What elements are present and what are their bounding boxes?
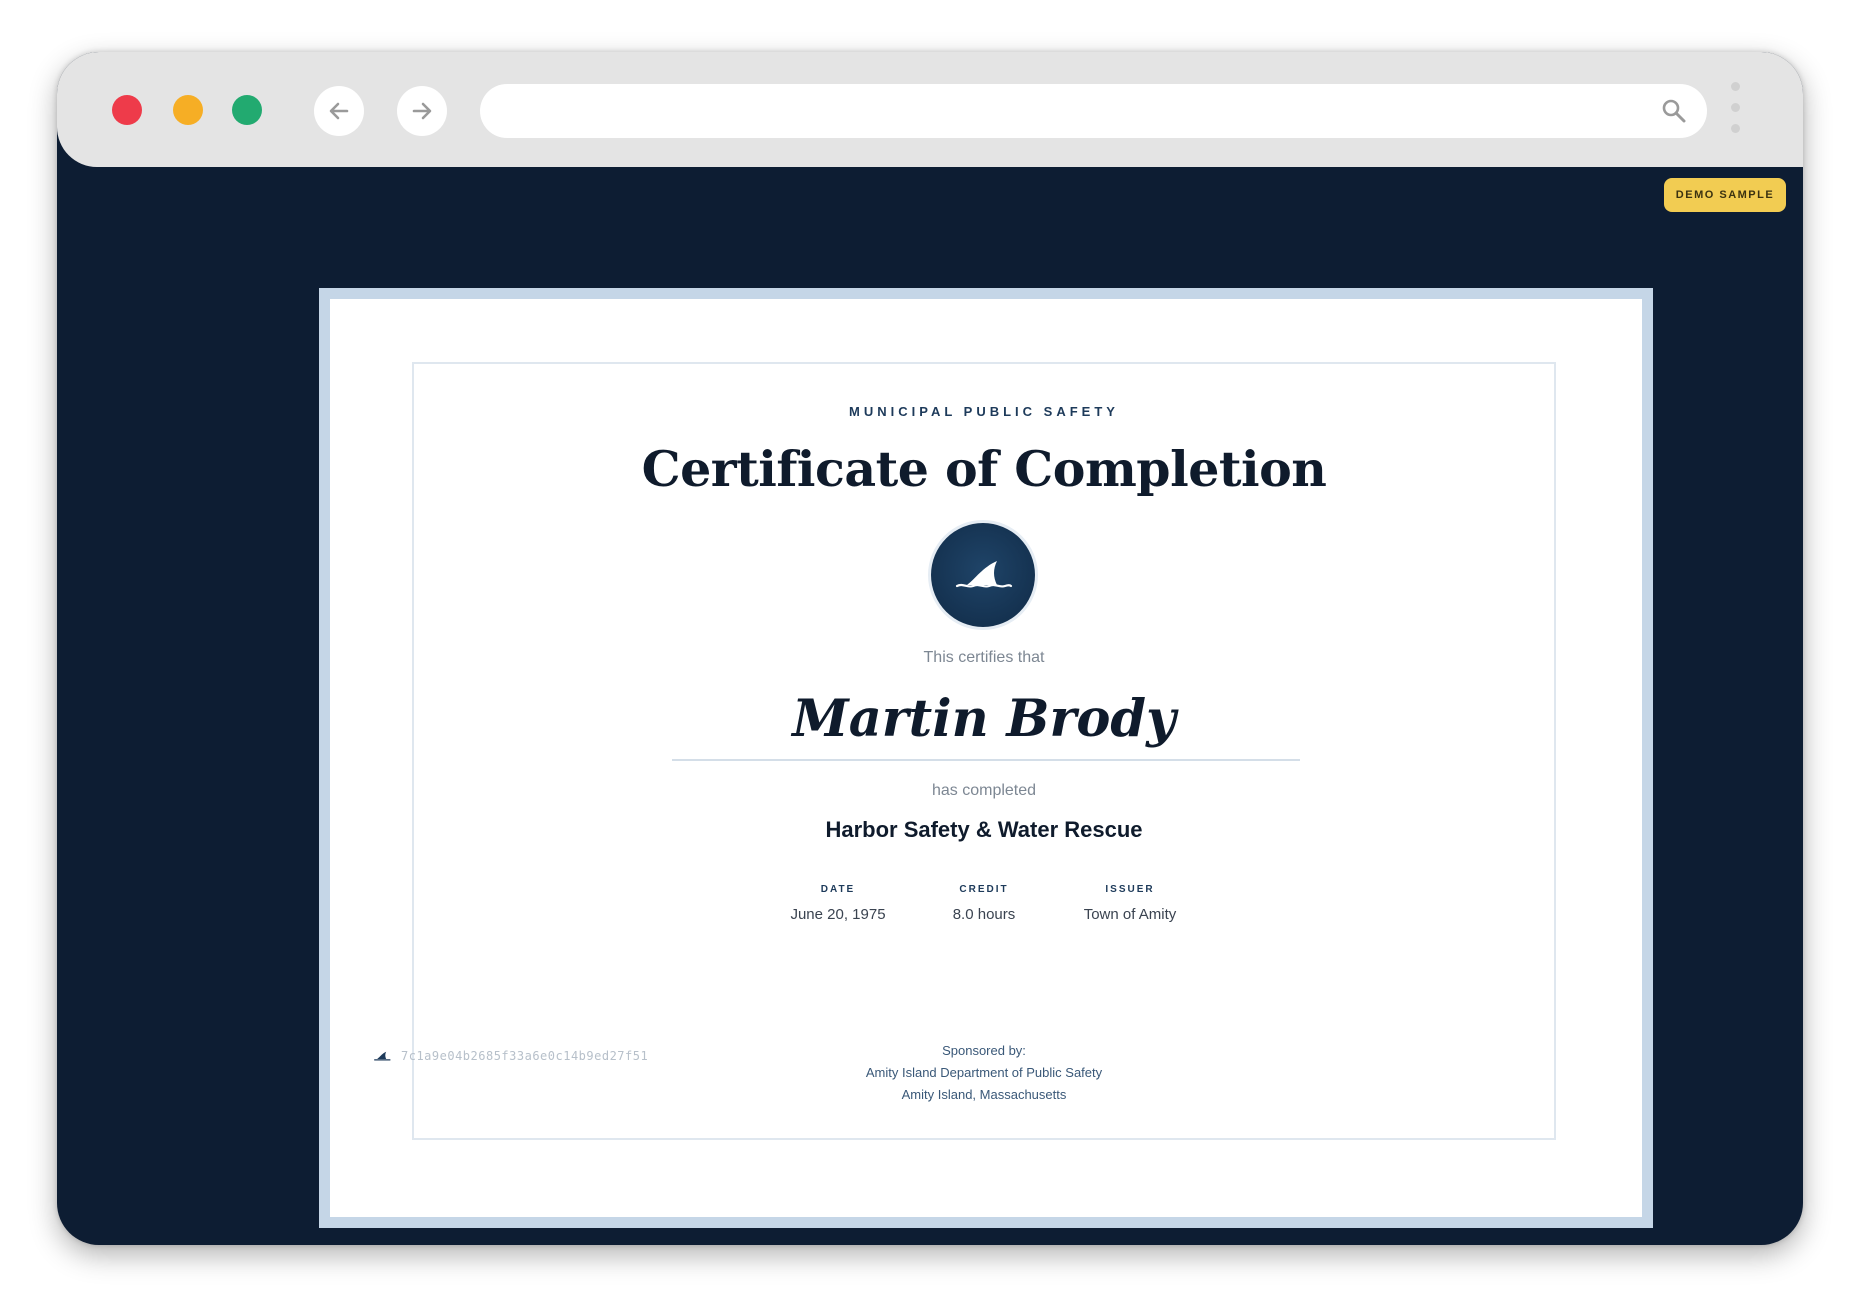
verification-hash[interactable]: 7c1a9e04b2685f33a6e0c14b9ed27f51 [401,1049,648,1063]
shark-fin-icon [955,561,1013,588]
browser-window: DEMO SAMPLE MUNICIPAL PUBLIC SAFETY Cert… [57,52,1803,1245]
minimize-window-button[interactable] [173,95,203,125]
shark-fin-icon [374,1051,391,1061]
search-icon[interactable] [1661,98,1687,124]
certificate-page: MUNICIPAL PUBLIC SAFETY Certificate of C… [330,299,1642,1217]
verification-row: 7c1a9e04b2685f33a6e0c14b9ed27f51 [373,1049,648,1063]
forward-button[interactable] [397,86,447,136]
certificate-title: Certificate of Completion [641,440,1327,498]
back-button[interactable] [314,86,364,136]
demo-sample-badge: DEMO SAMPLE [1664,178,1786,212]
completed-text: has completed [931,782,1037,799]
detail-issuer: ISSUER Town of Amity [1057,884,1203,923]
detail-value: June 20, 1975 [790,906,886,923]
detail-credit: CREDIT 8.0 hours [911,884,1057,923]
sponsor-name: Amity Island Department of Public Safety [865,1065,1103,1080]
certificate-details: DATE June 20, 1975 CREDIT 8.0 hours ISSU… [414,884,1554,923]
browser-toolbar [57,52,1803,167]
course-name: Harbor Safety & Water Rescue [825,817,1143,842]
arrow-right-icon [412,102,432,120]
detail-date: DATE June 20, 1975 [765,884,911,923]
detail-label: CREDIT [959,884,1009,895]
detail-label: ISSUER [1105,884,1155,895]
certificate: MUNICIPAL PUBLIC SAFETY Certificate of C… [319,288,1653,1228]
address-bar[interactable] [480,84,1707,138]
detail-label: DATE [820,884,856,895]
recipient-name: Martin Brody [792,689,1176,749]
detail-value: 8.0 hours [952,906,1016,923]
maximize-window-button[interactable] [232,95,262,125]
close-window-button[interactable] [112,95,142,125]
sponsor-location: Amity Island, Massachusetts [901,1087,1067,1102]
certificate-frame: MUNICIPAL PUBLIC SAFETY Certificate of C… [412,362,1556,1140]
name-underline [672,759,1300,761]
certificate-seal [931,523,1035,627]
arrow-left-icon [329,102,349,120]
detail-value: Town of Amity [1083,906,1177,923]
menu-kebab-icon[interactable] [1731,82,1741,142]
certifies-text: This certifies that [923,649,1045,666]
certificate-organization: MUNICIPAL PUBLIC SAFETY [849,404,1119,419]
